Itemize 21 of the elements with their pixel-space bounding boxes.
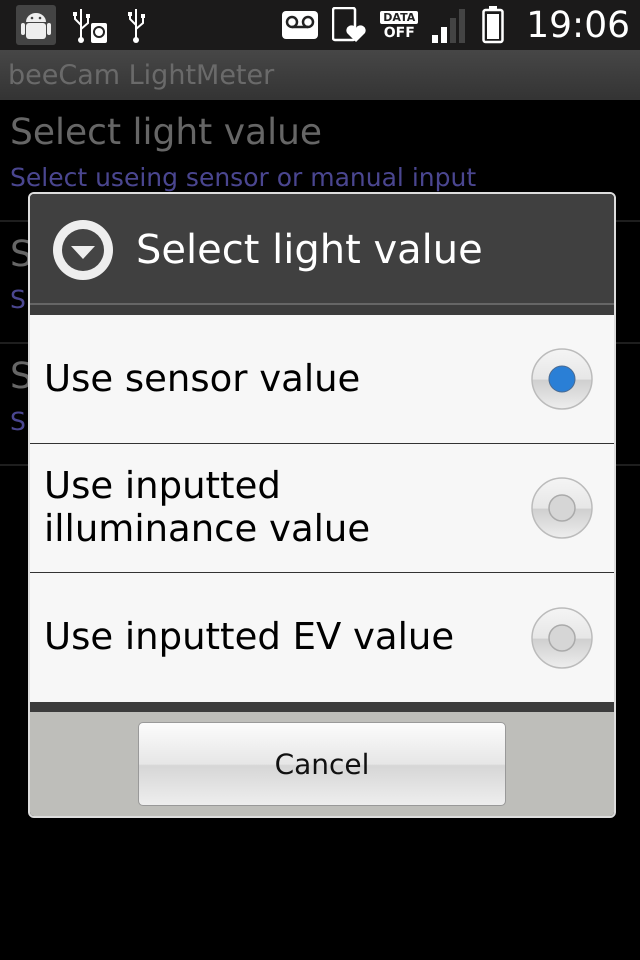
preference-summary: S (10, 407, 27, 436)
option-label: Use sensor value (44, 358, 360, 400)
radio-button[interactable] (530, 476, 594, 540)
radio-button[interactable] (530, 347, 594, 411)
option-label: Use inputted EV value (44, 616, 454, 659)
battery-icon (482, 6, 504, 44)
preference-summary: Select useing sensor or manual input (10, 163, 478, 192)
phone-heart-icon (332, 7, 366, 43)
radio-button[interactable] (530, 606, 594, 670)
option-row[interactable]: Use inputted illuminance value (30, 444, 614, 573)
dialog-title: Select light value (136, 226, 483, 272)
preference-title: Select light value (10, 112, 324, 153)
android-robot-icon (16, 5, 56, 45)
preference-summary: S (10, 285, 27, 314)
option-row[interactable]: Use sensor value (30, 315, 614, 444)
clock: 19:06 (526, 4, 630, 46)
option-label: Use inputted illuminance value (44, 465, 372, 551)
voicemail-icon (282, 11, 318, 39)
cancel-button[interactable]: Cancel (138, 722, 506, 806)
option-row[interactable]: Use inputted EV value (30, 573, 614, 702)
data-off-indicator: DATA OFF (380, 10, 418, 40)
